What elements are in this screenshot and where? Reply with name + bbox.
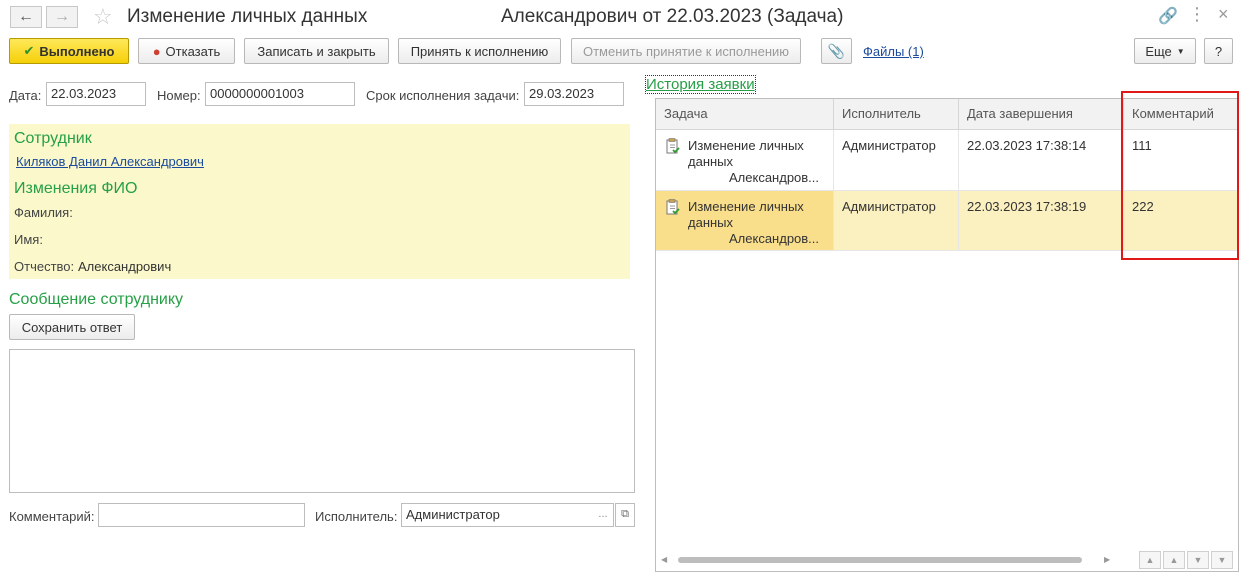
move-up-button[interactable]: ▲	[1163, 551, 1185, 569]
move-down-icon: ▼	[1193, 555, 1203, 565]
task-icon	[666, 138, 680, 154]
move-up-icon: ▲	[1169, 555, 1179, 565]
message-textarea[interactable]	[9, 349, 635, 493]
scroll-right-icon[interactable]: ▶	[1104, 555, 1110, 564]
column-header-executor[interactable]: Исполнитель	[834, 99, 959, 130]
task-icon	[666, 199, 680, 215]
reject-button[interactable]: ● Отказать	[138, 38, 235, 64]
column-header-task[interactable]: Задача	[656, 99, 834, 130]
arrow-left-icon: ←	[18, 8, 34, 25]
reject-icon: ●	[152, 43, 161, 59]
close-icon[interactable]: ×	[1218, 4, 1229, 25]
chevron-down-icon: ▼	[1176, 46, 1185, 56]
deadline-label: Срок исполнения задачи:	[366, 88, 520, 103]
comment-label: Комментарий:	[9, 509, 95, 524]
employee-link[interactable]: Киляков Данил Александрович	[16, 154, 204, 169]
paperclip-icon: 📎	[827, 42, 846, 59]
executor-cell: Администратор	[834, 191, 959, 250]
horizontal-scrollbar[interactable]	[678, 557, 1082, 563]
date-field[interactable]: 22.03.2023	[46, 82, 146, 106]
move-down-button[interactable]: ▼	[1187, 551, 1209, 569]
save-and-close-button[interactable]: Записать и закрыть	[244, 38, 389, 64]
files-link[interactable]: Файлы (1)	[863, 44, 924, 59]
number-field[interactable]: 0000000001003	[205, 82, 355, 106]
number-label: Номер:	[157, 88, 201, 103]
employee-heading: Сотрудник	[14, 130, 92, 147]
accept-button[interactable]: Принять к исполнению	[398, 38, 561, 64]
move-first-icon: ▲	[1145, 555, 1155, 565]
move-first-button[interactable]: ▲	[1139, 551, 1161, 569]
executor-cell: Администратор	[834, 130, 959, 190]
open-icon[interactable]: ⧉	[615, 503, 635, 527]
last-name-label: Фамилия:	[14, 205, 73, 220]
done-button[interactable]: ✔ Выполнено	[9, 38, 129, 64]
first-name-label: Имя:	[14, 232, 43, 247]
cancel-accept-button[interactable]: Отменить принятие к исполнению	[571, 38, 801, 64]
task-cell: Изменение личных данных Александров...	[656, 191, 834, 250]
back-button[interactable]: ←	[10, 6, 42, 28]
date-cell: 22.03.2023 17:38:19	[959, 191, 1124, 250]
task-cell: Изменение личных данных Александров...	[656, 130, 834, 190]
more-menu-icon[interactable]: ⋮	[1188, 4, 1206, 25]
move-last-button[interactable]: ▼	[1211, 551, 1233, 569]
star-icon[interactable]: ☆	[93, 4, 113, 30]
page-title: Изменение личных данных	[127, 6, 368, 27]
forward-button[interactable]: →	[46, 6, 78, 28]
history-title[interactable]: История заявки	[645, 75, 756, 94]
arrow-right-icon: →	[54, 8, 70, 25]
executor-field[interactable]: Администратор	[401, 503, 614, 527]
save-answer-button[interactable]: Сохранить ответ	[9, 314, 135, 340]
help-button[interactable]: ?	[1204, 38, 1233, 64]
date-cell: 22.03.2023 17:38:14	[959, 130, 1124, 190]
link-icon[interactable]: 🔗	[1158, 6, 1178, 26]
employee-panel	[9, 124, 630, 279]
page-title-suffix: Александрович от 22.03.2023 (Задача)	[501, 6, 844, 27]
middle-name-label: Отчество:	[14, 259, 75, 274]
more-button[interactable]: Еще ▼	[1134, 38, 1196, 64]
highlight-box	[1121, 91, 1239, 260]
column-header-date[interactable]: Дата завершения	[959, 99, 1124, 130]
checkmark-icon: ✔	[23, 43, 35, 58]
deadline-field[interactable]: 29.03.2023	[524, 82, 624, 106]
move-last-icon: ▼	[1217, 555, 1227, 565]
message-heading: Сообщение сотруднику	[9, 291, 184, 308]
scroll-left-icon[interactable]: ◀	[661, 555, 667, 564]
comment-input[interactable]	[98, 503, 305, 527]
executor-label: Исполнитель:	[315, 509, 398, 524]
attach-button[interactable]: 📎	[821, 38, 852, 64]
executor-select-button[interactable]: ...	[593, 504, 613, 526]
date-label: Дата:	[9, 88, 42, 103]
fio-changes-heading: Изменения ФИО	[14, 180, 138, 197]
middle-name-value: Александрович	[78, 259, 172, 274]
